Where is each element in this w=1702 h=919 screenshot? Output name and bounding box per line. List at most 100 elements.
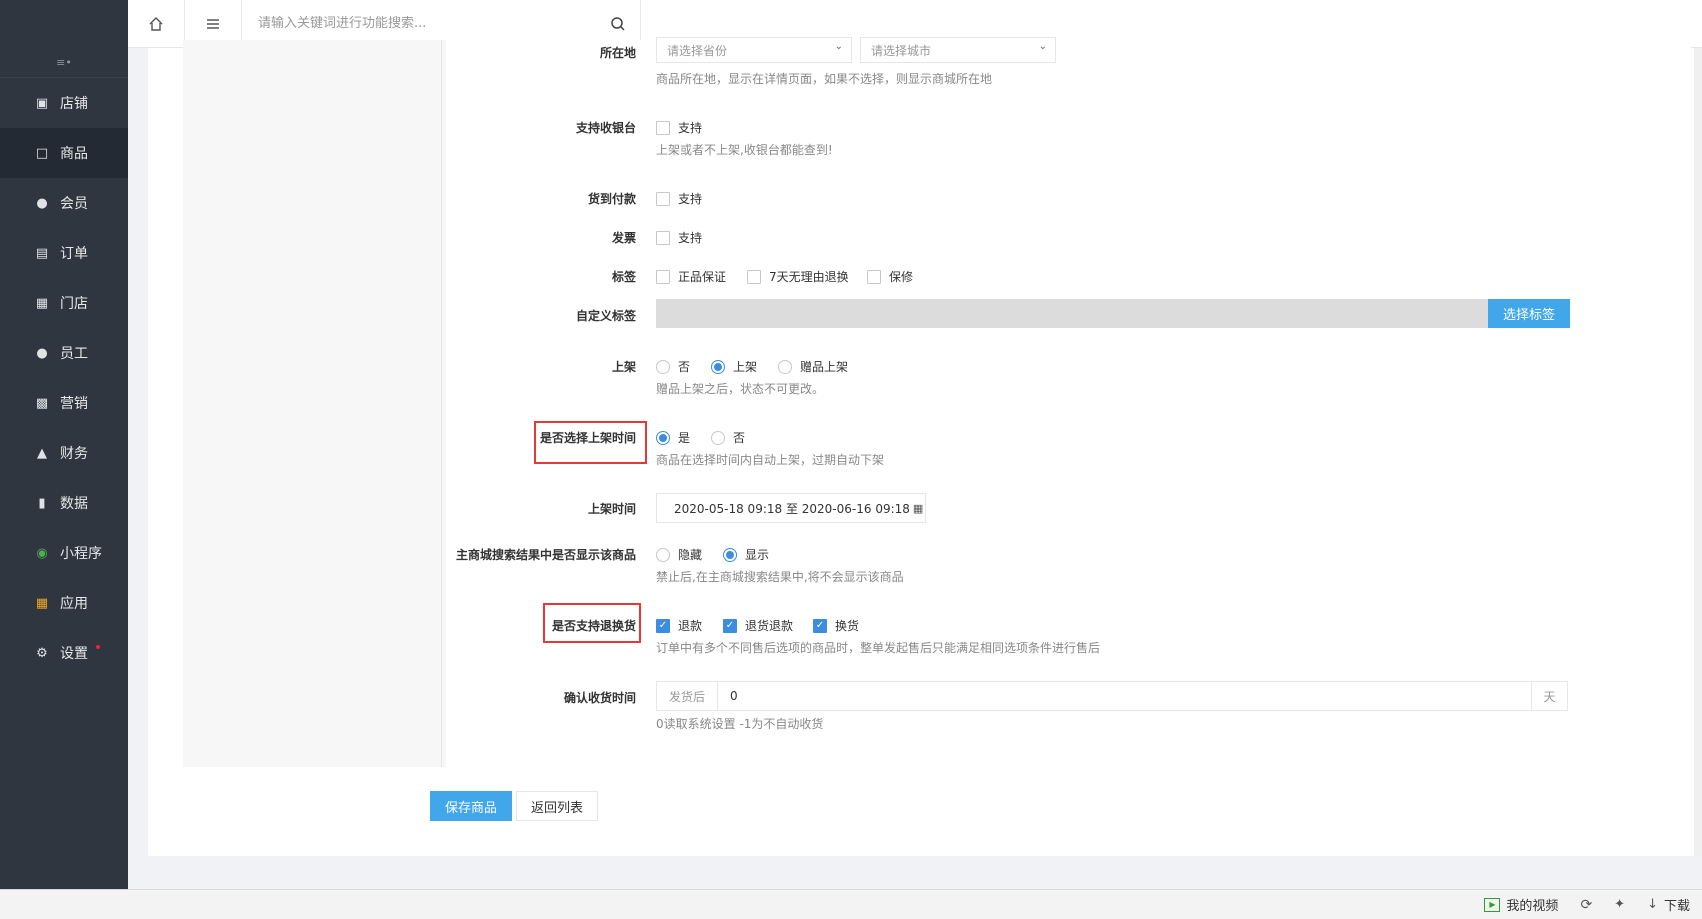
input-prefix: 发货后	[657, 682, 718, 710]
select-tags-button[interactable]: 选择标签	[1488, 299, 1570, 328]
cashier-help: 上架或者不上架,收银台都能查到!	[656, 143, 833, 157]
finance-icon: ▲	[37, 445, 47, 461]
miniapp-icon: ◉	[36, 545, 48, 561]
sidebar-item-miniapp[interactable]: ◉ 小程序	[0, 528, 128, 578]
on-shelf-help: 赠品上架之后，状态不可更改。	[656, 382, 825, 396]
shelf-time-label: 上架时间	[587, 502, 636, 516]
sidebar-item-label: 财务	[60, 446, 88, 462]
cashier-checkbox[interactable]: 支持	[656, 119, 702, 136]
search-visible-help: 禁止后,在主商城搜索结果中,将不会显示该商品	[656, 570, 904, 584]
city-placeholder: 请选择城市	[871, 43, 932, 58]
sidebar: ≡• ▣ 店铺 □ 商品 ● 会员 ▤ 订单 ▦ 门店 ● 员工 ▩ 营销 ▲ …	[0, 0, 128, 889]
sidebar-item-label: 订单	[60, 246, 88, 262]
sidebar-item-label: 小程序	[60, 546, 102, 562]
cod-checkbox[interactable]: 支持	[656, 190, 702, 207]
checkbox-box: ✓	[723, 618, 737, 633]
schedule-label: 是否选择上架时间	[539, 431, 636, 445]
browser-statusbar: ▶ 我的视频 ⟳ ✦ ↓ 下载	[0, 889, 1702, 919]
schedule-option-yes[interactable]: 是	[656, 429, 690, 446]
tag-option-warranty[interactable]: 保修	[867, 268, 913, 285]
returns-help: 订单中有多个不同售后选项的商品时，整单发起售后只能满足相同选项条件进行售后	[656, 641, 1101, 655]
sidebar-item-label: 设置	[60, 646, 88, 662]
sidebar-item-staff[interactable]: ● 员工	[0, 328, 128, 378]
on-shelf-option-no[interactable]: 否	[656, 358, 690, 375]
radio-circle	[723, 547, 737, 562]
sidebar-item-label: 营销	[60, 396, 88, 412]
sidebar-item-marketing[interactable]: ▩ 营销	[0, 378, 128, 428]
city-select[interactable]: 请选择城市 ⌄	[860, 37, 1056, 63]
on-shelf-option-yes[interactable]: 上架	[711, 358, 757, 375]
confirm-receipt-help: 0读取系统设置 -1为不自动收货	[656, 717, 824, 731]
sidebar-item-finance[interactable]: ▲ 财务	[0, 428, 128, 478]
invoice-checkbox[interactable]: 支持	[656, 229, 702, 246]
confirm-receipt-days-input[interactable]	[718, 682, 1531, 710]
province-placeholder: 请选择省份	[667, 43, 728, 58]
sidebar-item-member[interactable]: ● 会员	[0, 178, 128, 228]
pin-icon[interactable]: ✦	[1614, 897, 1625, 912]
play-icon: ▶	[1484, 897, 1501, 912]
sidebar-item-label: 应用	[60, 596, 88, 612]
search-visible-label: 主商城搜索结果中是否显示该商品	[455, 548, 636, 562]
radio-circle	[778, 359, 792, 374]
checkbox-box	[867, 269, 881, 284]
chevron-down-icon: ⌄	[834, 41, 843, 52]
search-visible-option-show[interactable]: 显示	[723, 546, 769, 563]
sidebar-collapse-toggle[interactable]: ≡•	[0, 48, 128, 78]
province-select[interactable]: 请选择省份 ⌄	[656, 37, 852, 63]
confirm-receipt-label: 确认收货时间	[563, 691, 636, 705]
on-shelf-option-gift[interactable]: 赠品上架	[778, 358, 848, 375]
download-button[interactable]: ↓ 下载	[1647, 895, 1690, 914]
search-visible-option-hide[interactable]: 隐藏	[656, 546, 702, 563]
goods-icon: □	[35, 145, 49, 161]
apps-icon: ▦	[35, 595, 49, 611]
returns-option-return-refund[interactable]: ✓ 退货退款	[723, 617, 793, 634]
notification-dot	[96, 645, 100, 649]
tag-option-genuine[interactable]: 正品保证	[656, 268, 726, 285]
sidebar-item-data[interactable]: ▮ 数据	[0, 478, 128, 528]
download-icon: ↓	[1647, 897, 1658, 912]
shop-icon: ▦	[35, 295, 49, 311]
sidebar-item-goods[interactable]: □ 商品	[0, 128, 128, 178]
schedule-option-no[interactable]: 否	[711, 429, 745, 446]
search-icon[interactable]	[610, 16, 626, 32]
sidebar-item-order[interactable]: ▤ 订单	[0, 228, 128, 278]
form-divider	[441, 40, 442, 767]
returns-option-refund[interactable]: ✓ 退款	[656, 617, 702, 634]
shelf-time-range-input[interactable]: 2020-05-18 09:18 至 2020-06-16 09:18 ▦	[656, 493, 926, 523]
calendar-icon: ▦	[912, 501, 924, 515]
store-icon: ▣	[35, 95, 49, 111]
checkbox-box	[747, 269, 761, 284]
location-help: 商品所在地，显示在详情页面，如果不选择，则显示商城所在地	[656, 72, 993, 86]
refresh-icon[interactable]: ⟳	[1580, 897, 1592, 913]
checkbox-box: ✓	[813, 618, 827, 633]
sidebar-item-shop[interactable]: ▦ 门店	[0, 278, 128, 328]
returns-option-exchange[interactable]: ✓ 换货	[813, 617, 859, 634]
cashier-label: 支持收银台	[575, 121, 636, 135]
gift-icon: ▩	[35, 395, 49, 411]
scrollbar[interactable]	[1694, 48, 1702, 856]
gear-icon: ⚙	[36, 645, 48, 661]
home-button[interactable]	[128, 0, 185, 47]
checkbox-box	[656, 191, 670, 206]
back-to-list-button[interactable]: 返回列表	[516, 791, 598, 821]
custom-tags-label: 自定义标签	[575, 309, 636, 323]
custom-tags-field[interactable]	[656, 299, 1488, 328]
sidebar-item-store[interactable]: ▣ 店铺	[0, 78, 128, 128]
member-icon: ●	[36, 195, 48, 211]
tag-option-7day[interactable]: 7天无理由退换	[747, 268, 849, 285]
my-video-button[interactable]: ▶ 我的视频	[1484, 895, 1558, 914]
order-icon: ▤	[35, 245, 49, 261]
logo-area	[0, 0, 128, 48]
staff-icon: ●	[36, 345, 48, 361]
sidebar-item-apps[interactable]: ▦ 应用	[0, 578, 128, 628]
checkbox-box	[656, 230, 670, 245]
sidebar-item-label: 商品	[60, 146, 88, 162]
sidebar-item-settings[interactable]: ⚙ 设置	[0, 628, 128, 678]
save-goods-button[interactable]: 保存商品	[430, 791, 512, 821]
search-input[interactable]	[258, 16, 598, 31]
checkbox-box	[656, 120, 670, 135]
menu-icon	[207, 18, 219, 29]
collapse-icon: ≡•	[56, 56, 72, 69]
returns-label: 是否支持退换货	[551, 619, 636, 633]
form-inner	[446, 40, 1691, 767]
